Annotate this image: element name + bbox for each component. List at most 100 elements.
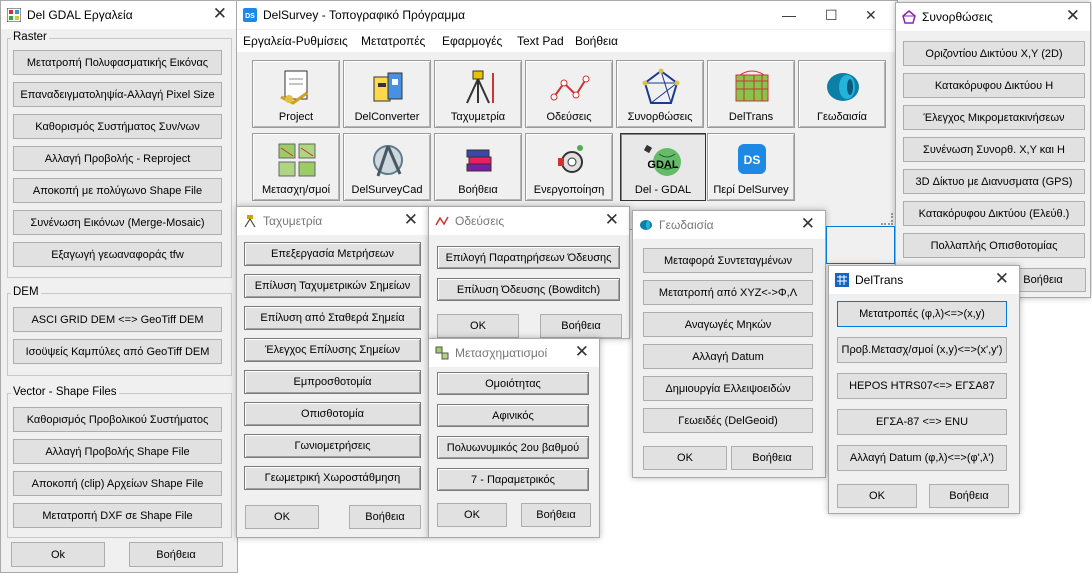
tile-metasxhmatismoi[interactable]: Μετασχη/σμοί	[252, 133, 340, 201]
raster-button-4[interactable]: Αλλαγή Προβολής - Reproject	[13, 146, 222, 171]
traverse-bowditch-button[interactable]: Επίλυση Όδευσης (Bowditch)	[437, 278, 620, 301]
transformation-button-2[interactable]: Αφινικός	[437, 404, 589, 427]
tile-deltrans[interactable]: DelTrans	[707, 60, 795, 128]
deltrans-button-2[interactable]: Προβ.Μετασχ/σμοί (x,y)<=>(x',y')	[837, 337, 1007, 363]
synorthosi-button-2[interactable]: Κατακόρυφου Δικτύου Η	[903, 73, 1085, 98]
geodaisia-titlebar[interactable]: Γεωδαισία ✕	[633, 211, 825, 239]
menu-tools-settings[interactable]: Εργαλεία-Ρυθμίσεις	[243, 34, 348, 48]
ok-button[interactable]: OK	[643, 446, 727, 470]
synorthosi-button-4[interactable]: Συνένωση Συνορθ. Χ,Υ και Η	[903, 137, 1085, 162]
tile-activation[interactable]: Ενεργοποίηση	[525, 133, 613, 201]
help-button[interactable]: Βοήθεια	[349, 505, 421, 529]
dem-button-1[interactable]: ASCI GRID DEM <=> GeoTiff DEM	[13, 307, 222, 332]
metasxhmatismoi-window: Μετασχηματισμοί ✕ Ομοιότητας Αφινικός Πολυ…	[428, 338, 600, 538]
close-icon[interactable]: ✕	[605, 211, 619, 229]
tile-label: Μετασχη/σμοί	[261, 184, 331, 196]
geodesy-button-5[interactable]: Δημιουργία Ελλειψοειδών	[643, 376, 813, 401]
synorthosi-button-5[interactable]: 3D Δίκτυο με Διανυσματα (GPS)	[903, 169, 1085, 194]
close-icon[interactable]: ✕	[575, 343, 589, 361]
resize-grip-icon[interactable]	[881, 213, 893, 225]
synorthosi-button-7[interactable]: Πολλαπλής Οπισθοτομίας	[903, 233, 1085, 258]
gdal-tools-titlebar[interactable]: Del GDAL Εργαλεία ✕	[1, 1, 237, 29]
tile-geodaisia[interactable]: Γεωδαισία	[798, 60, 886, 128]
traverse-observations-button[interactable]: Επιλογή Παρατηρήσεων Όδευσης	[437, 246, 620, 269]
window-title: DelSurvey - Τοπογραφικό Πρόγραμμα	[263, 8, 466, 22]
transformation-button-1[interactable]: Ομοιότητας	[437, 372, 589, 395]
odeuseis-titlebar[interactable]: Οδεύσεις ✕	[429, 207, 629, 235]
vector-button-3[interactable]: Αποκοπή (clip) Αρχείων Shape File	[13, 471, 222, 496]
synorthoseis-titlebar[interactable]: Συνορθώσεις ✕	[896, 3, 1090, 31]
deltrans-button-4[interactable]: ΕΓΣΑ-87 <=> ENU	[837, 409, 1007, 435]
compass-cad-icon	[373, 145, 403, 177]
deltrans-titlebar[interactable]: DelTrans ✕	[829, 266, 1019, 294]
raster-button-1[interactable]: Μετατροπή Πολυφασματικής Εικόνας	[13, 50, 222, 75]
raster-button-7[interactable]: Εξαγωγή γεωαναφοράς tfw	[13, 242, 222, 267]
menu-conversions[interactable]: Μετατροπές	[361, 34, 425, 48]
tachymetria-button-2[interactable]: Επίλυση Ταχυμετρικών Σημείων	[244, 274, 421, 298]
tile-help[interactable]: Βοήθεια	[434, 133, 522, 201]
synorthosi-button-1[interactable]: Οριζοντίου Δικτύου Χ,Υ (2D)	[903, 41, 1085, 66]
help-button[interactable]: Βοήθεια	[929, 484, 1009, 508]
raster-button-3[interactable]: Καθορισμός Συστήματος Συν/νων	[13, 114, 222, 139]
maximize-icon[interactable]: ☐	[825, 7, 838, 24]
menu-help[interactable]: Βοήθεια	[575, 34, 618, 48]
geodesy-button-3[interactable]: Αναγωγές Μηκών	[643, 312, 813, 337]
close-icon[interactable]: ✕	[404, 211, 418, 229]
geodesy-button-2[interactable]: Μετατροπή από XYZ<->Φ,Λ	[643, 280, 813, 305]
geodesy-button-1[interactable]: Μεταφορά Συντεταγμένων	[643, 248, 813, 273]
vector-button-2[interactable]: Αλλαγή Προβολής Shape File	[13, 439, 222, 464]
tachymetria-button-3[interactable]: Επίλυση από Σταθερά Σημεία	[244, 306, 421, 330]
close-icon[interactable]: ✕	[801, 215, 815, 233]
tile-del-gdal[interactable]: GDAL Del - GDAL	[620, 133, 706, 201]
ok-button[interactable]: OK	[437, 503, 507, 527]
tile-about[interactable]: DS Περί DelSurvey	[707, 133, 795, 201]
close-icon[interactable]: ✕	[995, 270, 1009, 288]
tile-synorthoseis[interactable]: Συνορθώσεις	[616, 60, 704, 128]
deltrans-button-3[interactable]: HEPOS HTRS07<=> ΕΓΣΑ87	[837, 373, 1007, 399]
menu-applications[interactable]: Εφαρμογές	[442, 34, 502, 48]
ok-button[interactable]: OK	[837, 484, 917, 508]
geodesy-button-4[interactable]: Αλλαγή Datum	[643, 344, 813, 369]
ok-button[interactable]: OK	[437, 314, 519, 338]
metasxhmatismoi-titlebar[interactable]: Μετασχηματισμοί ✕	[429, 339, 599, 367]
raster-button-5[interactable]: Αποκοπή με πολύγωνο Shape File	[13, 178, 222, 203]
transformation-button-4[interactable]: 7 - Παραμετρικός	[437, 468, 589, 491]
tachymetria-button-7[interactable]: Γωνιομετρήσεις	[244, 434, 421, 458]
close-icon[interactable]: ✕	[865, 7, 877, 24]
tile-project[interactable]: Project	[252, 60, 340, 128]
tachymetria-button-4[interactable]: Έλεγχος Επίλυσης Σημείων	[244, 338, 421, 362]
transformation-button-3[interactable]: Πολυωνυμικός 2ου βαθμού	[437, 436, 589, 459]
deltrans-button-5[interactable]: Αλλαγή Datum (φ,λ)<=>(φ',λ')	[837, 445, 1007, 471]
help-button[interactable]: Βοήθεια	[129, 542, 223, 567]
main-titlebar[interactable]: DS DelSurvey - Τοπογραφικό Πρόγραμμα — ☐…	[237, 1, 897, 29]
raster-button-6[interactable]: Συνένωση Εικόνων (Merge-Mosaic)	[13, 210, 222, 235]
tile-tachymetria[interactable]: Ταχυμετρία	[434, 60, 522, 128]
deltrans-button-1[interactable]: Μετατροπές (φ,λ)<=>(x,y)	[837, 301, 1007, 327]
synorthosi-button-3[interactable]: Έλεγχος Μικρομετακινήσεων	[903, 105, 1085, 130]
synorthosi-button-6[interactable]: Κατακόρυφου Δικτύου (Ελεύθ.)	[903, 201, 1085, 226]
close-icon[interactable]: ✕	[1066, 7, 1080, 25]
tachymetria-button-6[interactable]: Οπισθοτομία	[244, 402, 421, 426]
close-icon[interactable]: ✕	[213, 5, 227, 23]
tachymetria-button-5[interactable]: Εμπροσθοτομία	[244, 370, 421, 394]
vector-button-4[interactable]: Μετατροπή DXF σε Shape File	[13, 503, 222, 528]
geodesy-cylinder-icon	[827, 73, 859, 101]
tachymetria-button-1[interactable]: Επεξεργασία Μετρήσεων	[244, 242, 421, 266]
gdal-globe-icon: GDAL	[643, 144, 681, 176]
minimize-icon[interactable]: —	[782, 7, 796, 23]
tile-odeuseis[interactable]: Οδεύσεις	[525, 60, 613, 128]
help-button[interactable]: Βοήθεια	[731, 446, 813, 470]
tile-delsurveycad[interactable]: DelSurveyCad	[343, 133, 431, 201]
tachymetria-button-8[interactable]: Γεωμετρική Χωροστάθμηση	[244, 466, 421, 490]
dem-button-2[interactable]: Ισοϋψείς Καμπύλες από GeoTiff DEM	[13, 339, 222, 364]
tachymetria-titlebar[interactable]: Ταχυμετρία ✕	[237, 207, 428, 235]
menu-text-pad[interactable]: Text Pad	[517, 34, 564, 48]
geodesy-button-6[interactable]: Γεωειδές (DelGeoid)	[643, 408, 813, 433]
help-button[interactable]: Βοήθεια	[521, 503, 591, 527]
raster-button-2[interactable]: Επαναδειγματοληψία-Αλλαγή Pixel Size	[13, 82, 222, 107]
ok-button[interactable]: Ok	[11, 542, 105, 567]
help-button[interactable]: Βοήθεια	[540, 314, 622, 338]
tile-delconverter[interactable]: DelConverter	[343, 60, 431, 128]
vector-button-1[interactable]: Καθορισμός Προβολικού Συστήματος	[13, 407, 222, 432]
ok-button[interactable]: OK	[245, 505, 319, 529]
